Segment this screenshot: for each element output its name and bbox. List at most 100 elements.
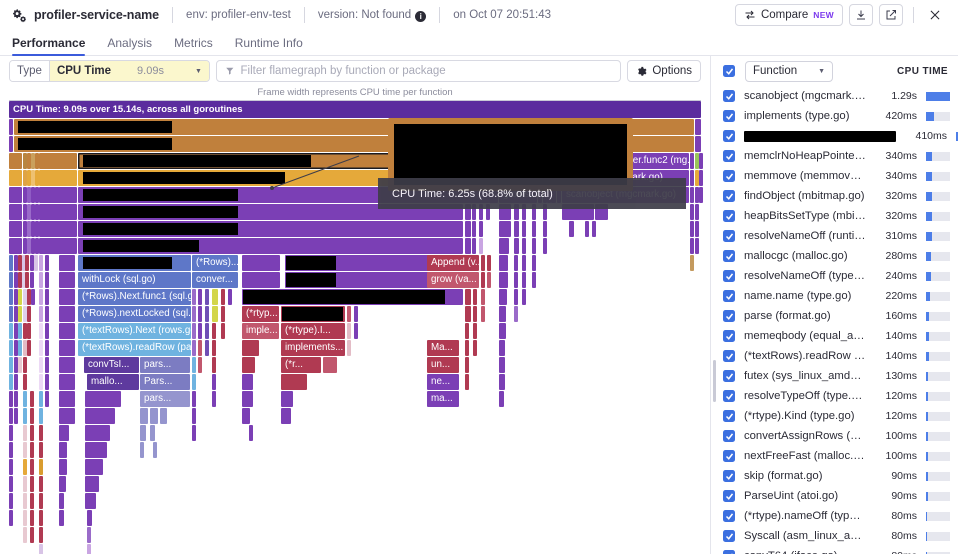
- frame[interactable]: [499, 323, 506, 339]
- function-row-checkbox[interactable]: [723, 350, 735, 362]
- frame[interactable]: [465, 238, 471, 254]
- filter-box[interactable]: [215, 60, 622, 82]
- frame[interactable]: [45, 323, 49, 339]
- frame[interactable]: [59, 442, 67, 458]
- function-row-checkbox[interactable]: [723, 130, 735, 142]
- frame[interactable]: [221, 306, 225, 322]
- frame[interactable]: [18, 357, 22, 373]
- function-list-row[interactable]: heapBitsSetType (mbitmap.go) 320ms: [711, 206, 958, 226]
- frame[interactable]: [23, 459, 27, 475]
- function-list-row[interactable]: scanobject (mgcmark.go) 1.29s: [711, 86, 958, 106]
- function-list-row[interactable]: memclrNoHeapPointers (memcl... 340ms: [711, 146, 958, 166]
- frame[interactable]: [59, 459, 67, 475]
- frame[interactable]: [212, 306, 218, 322]
- frame[interactable]: [18, 323, 22, 339]
- function-list-row[interactable]: (*rtype).Kind (type.go) 120ms: [711, 406, 958, 426]
- function-row-checkbox[interactable]: [723, 530, 735, 542]
- function-list-row[interactable]: skip (format.go) 90ms: [711, 466, 958, 486]
- frame[interactable]: [31, 289, 35, 305]
- frame[interactable]: [59, 340, 75, 356]
- frame[interactable]: [281, 408, 291, 424]
- frame-pars1[interactable]: pars...: [140, 357, 190, 373]
- frame[interactable]: [9, 153, 22, 169]
- frame[interactable]: [18, 340, 22, 356]
- function-list-row[interactable]: (*rtype).nameOff (type.go) 80ms: [711, 506, 958, 526]
- frame[interactable]: [45, 255, 49, 271]
- frame-root[interactable]: CPU Time: 9.09s over 15.14s, across all …: [9, 101, 701, 118]
- frame[interactable]: [59, 374, 75, 390]
- frame[interactable]: [39, 289, 43, 305]
- frame-imple[interactable]: imple...: [242, 323, 279, 339]
- function-list-row[interactable]: parse (format.go) 160ms: [711, 306, 958, 326]
- frame[interactable]: [27, 306, 31, 322]
- frame[interactable]: [140, 442, 144, 458]
- frame[interactable]: [212, 323, 216, 339]
- frame[interactable]: [473, 306, 477, 322]
- frame[interactable]: [585, 221, 589, 237]
- tab-metrics[interactable]: Metrics: [174, 36, 213, 55]
- frame[interactable]: [27, 323, 31, 339]
- frame-implements[interactable]: implements...: [281, 340, 345, 356]
- frame[interactable]: [59, 255, 75, 271]
- frame[interactable]: [221, 323, 225, 339]
- frame[interactable]: [499, 221, 511, 237]
- frame[interactable]: [499, 306, 506, 322]
- frame[interactable]: [690, 255, 694, 271]
- frame[interactable]: [23, 391, 27, 407]
- frame[interactable]: Ma...: [427, 340, 459, 356]
- frame[interactable]: [543, 221, 547, 237]
- download-button[interactable]: [849, 4, 873, 26]
- frame[interactable]: [59, 323, 75, 339]
- frame[interactable]: [569, 221, 574, 237]
- frame[interactable]: [192, 357, 196, 373]
- frame[interactable]: [59, 408, 75, 424]
- frame[interactable]: [242, 340, 259, 356]
- function-list-row[interactable]: convT64 (iface.go) 80ms: [711, 546, 958, 554]
- frame[interactable]: [465, 289, 471, 305]
- function-row-checkbox[interactable]: [723, 490, 735, 502]
- frame[interactable]: [228, 289, 232, 305]
- frame[interactable]: [59, 476, 66, 492]
- frame[interactable]: [9, 374, 13, 390]
- frame[interactable]: [212, 289, 218, 305]
- frame[interactable]: [39, 187, 77, 203]
- frame[interactable]: [39, 527, 43, 543]
- frame[interactable]: [465, 323, 469, 339]
- frame[interactable]: [695, 204, 699, 220]
- frame[interactable]: [59, 425, 69, 441]
- function-list-row[interactable]: name.name (type.go) 220ms: [711, 286, 958, 306]
- function-row-checkbox[interactable]: [723, 90, 735, 102]
- frame[interactable]: [59, 493, 64, 509]
- frame-rtyp[interactable]: (*rtyp...: [242, 306, 279, 322]
- frame[interactable]: [192, 425, 196, 441]
- function-row-checkbox[interactable]: [723, 310, 735, 322]
- frame[interactable]: [690, 238, 694, 254]
- frame[interactable]: [205, 323, 209, 339]
- frame[interactable]: [695, 238, 699, 254]
- frame[interactable]: [87, 527, 91, 543]
- frame[interactable]: [473, 323, 477, 339]
- frame[interactable]: [499, 391, 504, 407]
- frame[interactable]: [242, 391, 253, 407]
- frame[interactable]: [487, 255, 491, 271]
- frame[interactable]: [39, 442, 43, 458]
- function-row-checkbox[interactable]: [723, 370, 735, 382]
- frame[interactable]: [281, 391, 293, 407]
- frame[interactable]: [695, 221, 699, 237]
- frame[interactable]: [212, 340, 216, 356]
- frame[interactable]: [153, 442, 157, 458]
- frame[interactable]: [85, 442, 107, 458]
- frame[interactable]: [39, 153, 77, 169]
- frame[interactable]: [39, 510, 43, 526]
- frame[interactable]: [198, 357, 202, 373]
- frame[interactable]: [192, 323, 196, 339]
- frame[interactable]: [242, 374, 253, 390]
- function-list-row[interactable]: resolveNameOff (type.go) 240ms: [711, 266, 958, 286]
- open-external-button[interactable]: [879, 4, 903, 26]
- frame[interactable]: [9, 187, 22, 203]
- frame[interactable]: [205, 306, 209, 322]
- tab-runtime-info[interactable]: Runtime Info: [235, 36, 303, 55]
- frame[interactable]: [9, 459, 13, 475]
- frame[interactable]: [192, 340, 196, 356]
- frame[interactable]: [59, 357, 75, 373]
